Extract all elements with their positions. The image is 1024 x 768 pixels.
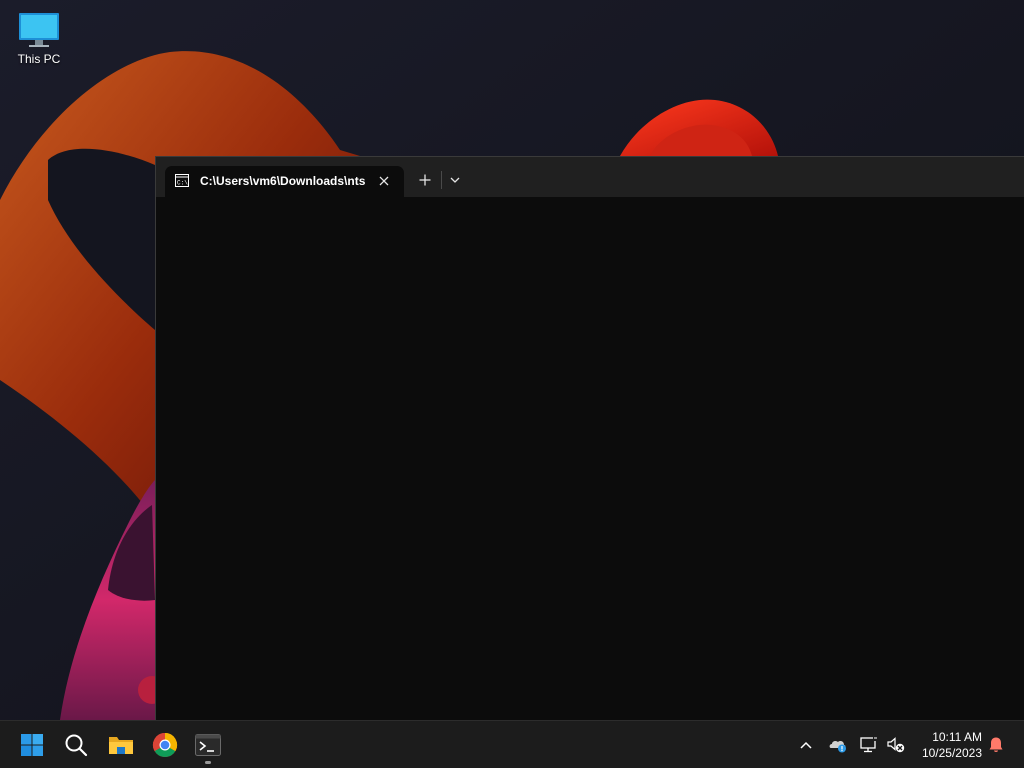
taskbar: 10:11 AM 10/25/2023 (0, 720, 1024, 768)
file-explorer-button[interactable] (103, 727, 139, 763)
desktop-icon-label: This PC (17, 52, 61, 66)
onedrive-button[interactable] (826, 733, 850, 757)
show-hidden-icons-button[interactable] (794, 733, 818, 757)
desktop-icon-this-pc[interactable]: This PC (8, 8, 70, 66)
tab-separator (441, 171, 442, 189)
search-button[interactable] (58, 727, 94, 763)
command-prompt-icon: C:\ (175, 174, 189, 187)
svg-text:C:\: C:\ (177, 180, 188, 187)
tab-strip: C:\ C:\Users\vm6\Downloads\ntsc (156, 157, 1024, 197)
clock[interactable]: 10:11 AM 10/25/2023 (912, 729, 982, 761)
chevron-up-icon (800, 741, 812, 749)
chrome-button[interactable] (147, 727, 183, 763)
this-pc-icon (19, 13, 59, 47)
volume-muted-icon (887, 737, 905, 753)
chevron-down-icon (450, 177, 460, 183)
network-icon (860, 737, 877, 753)
close-icon[interactable] (375, 172, 393, 190)
volume-button[interactable] (884, 733, 908, 757)
network-button[interactable] (857, 733, 881, 757)
onedrive-icon (829, 740, 846, 753)
folder-icon (109, 737, 133, 754)
search-icon (65, 734, 88, 757)
terminal-button[interactable] (190, 727, 226, 764)
tab-dropdown-button[interactable] (445, 170, 465, 190)
terminal-icon (195, 734, 221, 756)
terminal-content-area[interactable] (156, 197, 1024, 721)
notification-button[interactable] (984, 733, 1008, 757)
chrome-icon (152, 733, 178, 758)
tab-title: C:\Users\vm6\Downloads\ntsc (200, 174, 365, 188)
tab-command-prompt[interactable]: C:\ C:\Users\vm6\Downloads\ntsc (165, 166, 404, 197)
start-button[interactable] (14, 727, 50, 763)
bell-icon (989, 737, 1003, 752)
clock-date: 10/25/2023 (921, 746, 982, 760)
new-tab-button[interactable] (414, 169, 436, 191)
clock-time: 10:11 AM (932, 730, 982, 744)
windows-start-icon (21, 734, 43, 756)
terminal-window[interactable]: C:\ C:\Users\vm6\Downloads\ntsc (155, 156, 1024, 721)
plus-icon (419, 174, 431, 186)
